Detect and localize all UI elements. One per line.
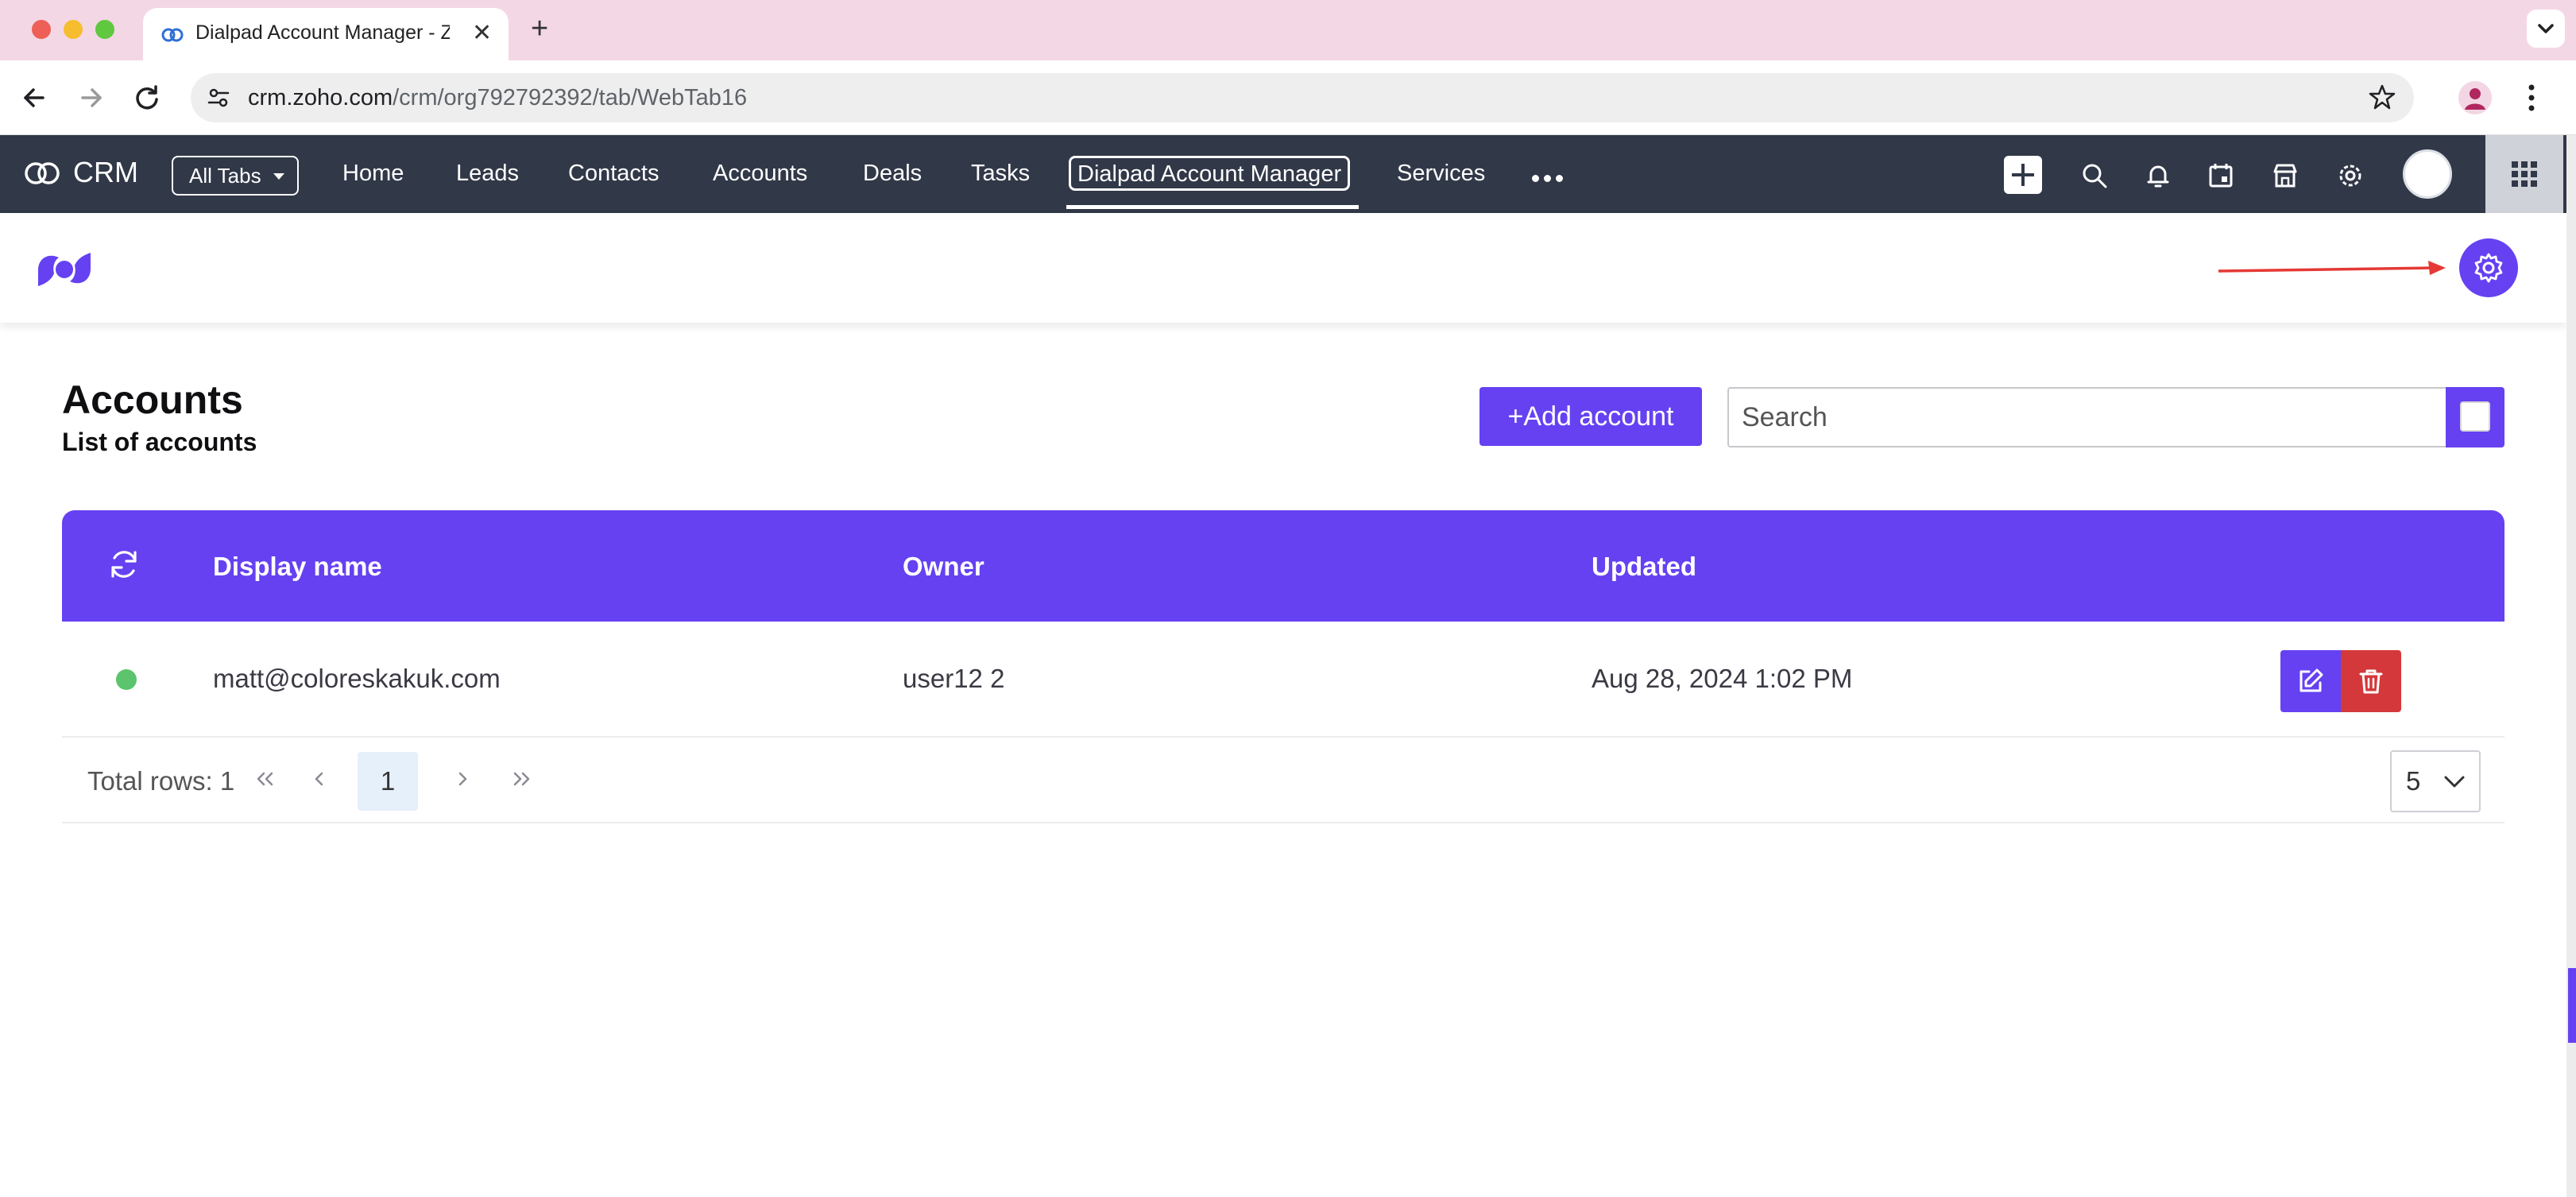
- window-minimize-button[interactable]: [64, 20, 83, 39]
- chevron-down-icon: [2538, 24, 2554, 33]
- crm-top-nav: CRM All Tabs Home Leads Contacts Account…: [0, 135, 2566, 213]
- crm-logo-icon: [25, 162, 60, 184]
- setup-gear-icon[interactable]: [2335, 161, 2365, 191]
- add-account-button[interactable]: +Add account: [1479, 387, 1702, 446]
- zoho-crm-icon: [161, 28, 184, 42]
- dialpad-app-header: [0, 213, 2566, 323]
- page-button-current[interactable]: 1: [358, 752, 418, 811]
- column-header-owner[interactable]: Owner: [903, 552, 984, 582]
- annotation-arrow-icon: [2218, 261, 2446, 275]
- cell-display-name: matt@coloreskakuk.com: [213, 664, 501, 693]
- page-subtitle: List of accounts: [62, 428, 257, 456]
- edit-button[interactable]: [2280, 650, 2341, 712]
- app-launcher-button[interactable]: [2485, 135, 2563, 213]
- browser-menu-icon[interactable]: [2524, 81, 2539, 114]
- chevron-down-icon: [2444, 776, 2465, 788]
- nav-item-services[interactable]: Services: [1397, 161, 1485, 187]
- nav-item-contacts[interactable]: Contacts: [568, 161, 659, 187]
- page-title: Accounts: [62, 378, 243, 422]
- gear-icon: [2474, 253, 2503, 283]
- address-bar[interactable]: crm.zoho.com/crm/org792792392/tab/WebTab…: [191, 73, 2414, 122]
- side-panel-tab[interactable]: [2568, 968, 2576, 1043]
- window-close-button[interactable]: [32, 20, 51, 39]
- browser-tab[interactable]: Dialpad Account Manager - Zoho CRM ✕: [143, 8, 509, 60]
- calendar-icon[interactable]: [2206, 161, 2236, 191]
- trash-icon: [2359, 669, 2383, 694]
- bookmark-star-icon[interactable]: [2368, 83, 2396, 111]
- dialpad-logo-icon: [38, 253, 91, 286]
- nav-item-leads[interactable]: Leads: [456, 161, 519, 187]
- url-host: crm.zoho.com: [248, 85, 393, 110]
- url-path: /crm/org792792392/tab/WebTab16: [393, 85, 748, 110]
- tab-close-icon[interactable]: ✕: [472, 20, 492, 47]
- more-tabs-icon[interactable]: [1532, 172, 1568, 186]
- search-button-box: [2460, 401, 2490, 432]
- last-page-icon[interactable]: [505, 761, 537, 796]
- nav-item-home[interactable]: Home: [342, 161, 404, 187]
- crm-app-name[interactable]: CRM: [73, 156, 138, 189]
- site-info-icon[interactable]: [205, 84, 232, 111]
- screen: Dialpad Account Manager - Zoho CRM ✕ +: [0, 0, 2576, 1197]
- forward-arrow-icon[interactable]: [73, 79, 110, 116]
- prev-page-icon[interactable]: [304, 761, 335, 796]
- bell-icon[interactable]: [2143, 161, 2173, 191]
- nav-item-accounts[interactable]: Accounts: [713, 161, 807, 187]
- browser-tab-strip: Dialpad Account Manager - Zoho CRM ✕ +: [0, 0, 2576, 60]
- person-icon: [2465, 88, 2485, 110]
- tab-search-button[interactable]: [2527, 10, 2565, 48]
- nav-item-deals[interactable]: Deals: [863, 161, 922, 187]
- reload-icon[interactable]: [129, 79, 165, 116]
- first-page-icon[interactable]: [249, 761, 281, 796]
- cell-owner: user12 2: [903, 664, 1005, 693]
- back-arrow-icon[interactable]: [16, 79, 52, 116]
- pagination-bar: Total rows: 1 1 5: [62, 738, 2504, 823]
- search-icon[interactable]: [2079, 161, 2110, 191]
- all-tabs-label: All Tabs: [189, 164, 261, 188]
- browser-tab-title: Dialpad Account Manager - Zoho CRM: [195, 21, 450, 44]
- delete-button[interactable]: [2341, 650, 2401, 712]
- marketplace-store-icon[interactable]: [2270, 161, 2300, 191]
- total-rows-label: Total rows: 1: [87, 766, 235, 796]
- settings-button[interactable]: [2459, 238, 2518, 297]
- all-tabs-dropdown[interactable]: All Tabs: [172, 156, 299, 196]
- plus-icon: [2012, 164, 2034, 186]
- status-active-indicator: [116, 669, 137, 690]
- browser-toolbar: crm.zoho.com/crm/org792792392/tab/WebTab…: [0, 60, 2576, 135]
- cell-updated: Aug 28, 2024 1:02 PM: [1592, 664, 1853, 693]
- profile-avatar-icon[interactable]: [2458, 81, 2492, 114]
- caret-down-icon: [273, 173, 284, 180]
- column-header-display-name[interactable]: Display name: [213, 552, 382, 582]
- search-input[interactable]: [1727, 387, 2447, 447]
- next-page-icon[interactable]: [447, 761, 478, 796]
- new-tab-icon[interactable]: +: [531, 11, 548, 46]
- search-button[interactable]: [2446, 387, 2504, 447]
- page-size-value: 5: [2406, 766, 2421, 796]
- grid-icon: [2512, 161, 2537, 187]
- accounts-table-header: Display name Owner Updated: [62, 510, 2504, 622]
- column-header-updated[interactable]: Updated: [1592, 552, 1696, 582]
- page-size-select[interactable]: 5: [2390, 750, 2481, 812]
- user-avatar[interactable]: [2403, 149, 2452, 199]
- window-zoom-button[interactable]: [95, 20, 114, 39]
- create-new-button[interactable]: [2004, 156, 2042, 194]
- edit-icon: [2299, 668, 2323, 692]
- refresh-icon[interactable]: [106, 547, 141, 582]
- nav-item-tasks[interactable]: Tasks: [971, 161, 1030, 187]
- url-text: crm.zoho.com/crm/org792792392/tab/WebTab…: [248, 85, 747, 111]
- nav-item-dialpad-account-manager[interactable]: Dialpad Account Manager: [1069, 156, 1351, 191]
- active-tab-underline: [1066, 205, 1359, 209]
- table-row[interactable]: matt@coloreskakuk.com user12 2 Aug 28, 2…: [62, 622, 2504, 738]
